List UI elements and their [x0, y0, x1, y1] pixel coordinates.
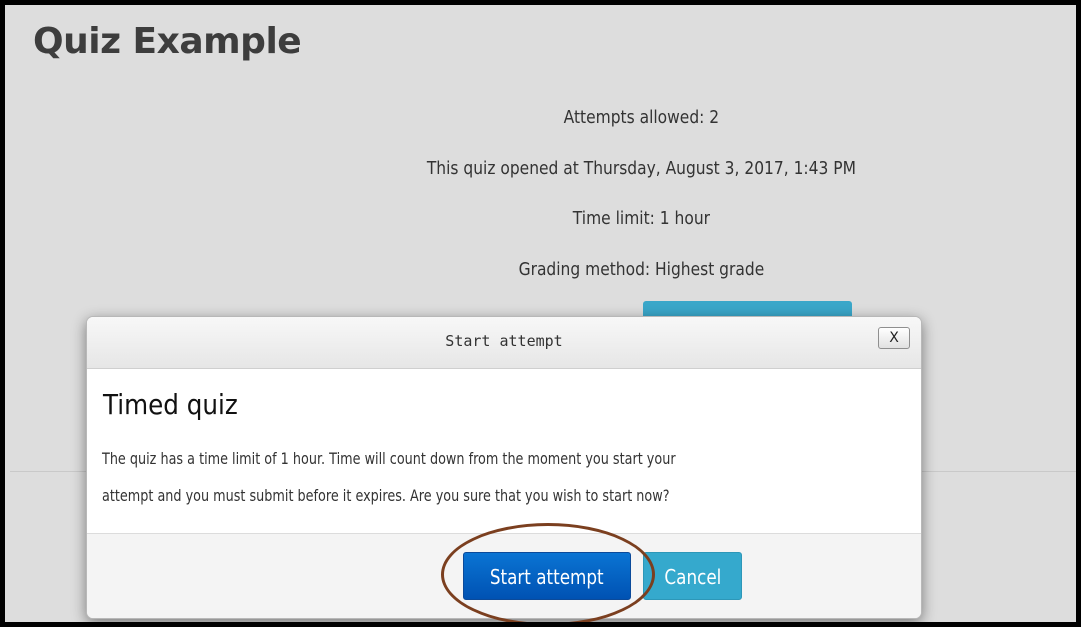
start-attempt-button-label: Start attempt	[490, 565, 604, 589]
page-title: Quiz Example	[33, 21, 302, 62]
dialog-message: The quiz has a time limit of 1 hour. Tim…	[102, 440, 854, 514]
dialog-title: Start attempt	[445, 332, 563, 350]
dialog-body: Timed quiz The quiz has a time limit of …	[87, 370, 921, 533]
dialog-footer: Start attempt Cancel	[87, 533, 921, 618]
time-limit-text: Time limit: 1 hour	[572, 208, 711, 229]
start-attempt-button[interactable]: Start attempt	[463, 552, 631, 600]
screenshot-frame: Quiz Example Attempts allowed: 2 This qu…	[0, 0, 1081, 627]
start-attempt-dialog: Start attempt X Timed quiz The quiz has …	[86, 316, 922, 619]
attempts-allowed-text: Attempts allowed: 2	[563, 107, 720, 128]
dialog-message-line-2: attempt and you must submit before it ex…	[102, 486, 670, 505]
dialog-heading: Timed quiz	[103, 388, 238, 421]
quiz-opened-text: This quiz opened at Thursday, August 3, …	[426, 158, 856, 179]
grading-method-text: Grading method: Highest grade	[518, 259, 765, 280]
cancel-button[interactable]: Cancel	[643, 552, 742, 600]
close-icon[interactable]: X	[878, 327, 910, 349]
dialog-message-line-1: The quiz has a time limit of 1 hour. Tim…	[102, 449, 676, 468]
dialog-header: Start attempt X	[87, 317, 921, 369]
cancel-button-label: Cancel	[664, 565, 721, 589]
